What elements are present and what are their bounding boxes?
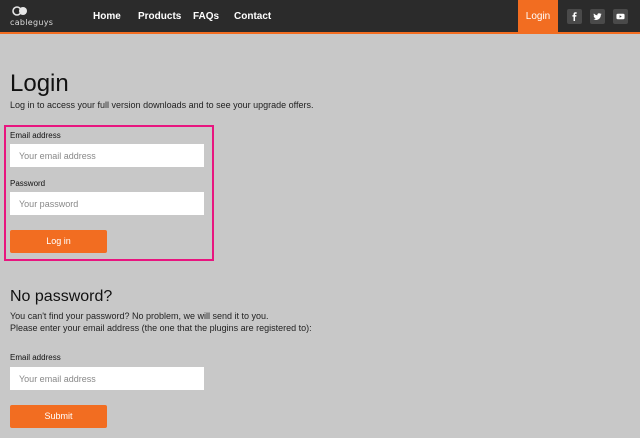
no-password-heading: No password?	[10, 288, 113, 305]
facebook-icon[interactable]	[567, 9, 582, 24]
login-button[interactable]: Log in	[10, 230, 107, 253]
submit-button[interactable]: Submit	[10, 405, 107, 428]
no-password-line-1: You can't find your password? No problem…	[10, 311, 269, 321]
logo-mark-icon	[12, 6, 27, 16]
page-title: Login	[10, 70, 69, 97]
logo[interactable]: cableguys	[10, 5, 60, 29]
nav-products[interactable]: Products	[138, 0, 181, 34]
nav-faqs[interactable]: FAQs	[193, 0, 219, 34]
reset-email-label: Email address	[10, 353, 61, 362]
nav-contact[interactable]: Contact	[234, 0, 271, 34]
no-password-line-2: Please enter your email address (the one…	[10, 323, 312, 333]
email-field[interactable]	[10, 144, 204, 167]
logo-text: cableguys	[10, 18, 54, 27]
login-tab[interactable]: Login	[518, 0, 558, 34]
nav-home[interactable]: Home	[93, 0, 121, 34]
twitter-icon[interactable]	[590, 9, 605, 24]
login-intro-text: Log in to access your full version downl…	[10, 100, 314, 110]
password-field[interactable]	[10, 192, 204, 215]
reset-email-field[interactable]	[10, 367, 204, 390]
youtube-icon[interactable]	[613, 9, 628, 24]
password-label: Password	[10, 179, 46, 188]
email-label: Email address	[10, 131, 61, 140]
top-nav-bar: cableguys Home Products FAQs Contact Log…	[0, 0, 640, 34]
